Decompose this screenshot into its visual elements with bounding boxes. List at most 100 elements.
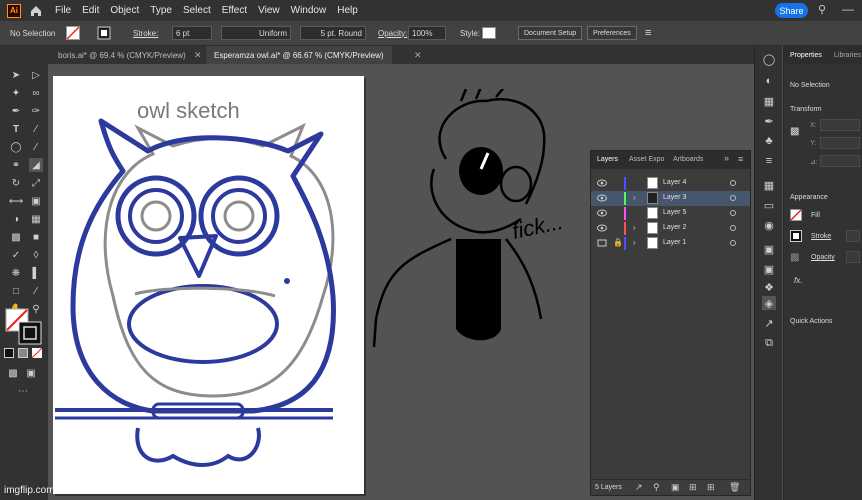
arrange-icon[interactable]: ≡ <box>645 26 651 40</box>
libraries-panel-icon[interactable]: ◯ <box>762 52 776 66</box>
opacity-field[interactable] <box>846 251 860 263</box>
close-tab-icon[interactable]: ✕ <box>194 50 202 61</box>
stroke-weight-field[interactable]: 6 pt <box>172 26 212 40</box>
curvature-tool-icon[interactable]: ✑ <box>29 104 43 118</box>
menu-help[interactable]: Help <box>337 5 358 16</box>
pathfinder-icon[interactable]: ❖ <box>762 280 776 294</box>
color-panel-icon[interactable]: ◐ <box>762 74 776 88</box>
symbols-panel-icon[interactable]: ♣ <box>762 134 776 148</box>
stroke-label[interactable]: Stroke: <box>133 26 158 40</box>
tab-esperamza-owl[interactable]: Esperamza owl.ai* @ 66.67 % (CMYK/Previe… <box>206 46 392 64</box>
screen-mode-icon[interactable]: ▣ <box>24 366 38 380</box>
template-icon[interactable] <box>597 239 607 247</box>
layer-name[interactable]: Layer 5 <box>663 209 686 216</box>
stroke-swatch[interactable] <box>97 26 111 40</box>
menu-effect[interactable]: Effect <box>222 5 247 16</box>
y-field[interactable] <box>820 137 860 149</box>
tab-asset-export[interactable]: Asset Expo <box>629 156 664 163</box>
layer-row[interactable]: Layer 5 <box>591 206 750 221</box>
home-icon[interactable] <box>29 4 43 18</box>
variable-width-profile[interactable]: Uniform <box>221 26 291 40</box>
graphic-styles-icon[interactable]: ▣ <box>762 262 776 276</box>
export-icon[interactable]: ↗ <box>635 482 643 493</box>
fill-swatch[interactable] <box>790 209 802 221</box>
menu-view[interactable]: View <box>258 5 280 16</box>
width-tool-icon[interactable]: ⟷ <box>9 194 23 208</box>
direct-selection-tool-icon[interactable]: ▷ <box>29 68 43 82</box>
gradient-mode-icon[interactable] <box>18 348 28 358</box>
target-icon[interactable] <box>730 180 736 186</box>
visibility-eye-icon[interactable] <box>597 194 607 202</box>
free-transform-icon[interactable]: ▣ <box>29 194 43 208</box>
selection-tool-icon[interactable]: ➤ <box>9 68 23 82</box>
stroke-label[interactable]: Stroke <box>811 233 831 240</box>
type-tool-icon[interactable]: T <box>9 122 23 136</box>
fill-stroke-swatches[interactable] <box>5 308 45 346</box>
close-tab-icon[interactable]: ✕ <box>414 50 422 61</box>
gradient-panel-icon[interactable]: ▭ <box>762 198 776 212</box>
asset-export-icon[interactable]: ↗ <box>762 316 776 330</box>
align-panel-icon[interactable]: ▦ <box>762 178 776 192</box>
expand-chevron-icon[interactable]: › <box>633 238 636 247</box>
menu-window[interactable]: Window <box>291 5 327 16</box>
blend-tool-icon[interactable]: ◊ <box>29 248 43 262</box>
none-mode-icon[interactable] <box>32 348 42 358</box>
layer-name[interactable]: Layer 3 <box>663 194 686 201</box>
shaper-tool-icon[interactable]: ⚭ <box>9 158 23 172</box>
slice-tool-icon[interactable]: ∕ <box>29 284 43 298</box>
layers-panel-icon[interactable]: ◈ <box>762 296 776 310</box>
magic-wand-icon[interactable]: ✦ <box>9 86 23 100</box>
tab-properties[interactable]: Properties <box>790 52 822 59</box>
target-icon[interactable] <box>730 210 736 216</box>
minimize-icon[interactable]: — <box>842 2 854 16</box>
swatches-panel-icon[interactable]: ▦ <box>762 94 776 108</box>
menu-object[interactable]: Object <box>110 5 139 16</box>
lasso-icon[interactable]: ∞ <box>29 86 43 100</box>
visibility-eye-icon[interactable] <box>597 224 607 232</box>
menu-type[interactable]: Type <box>150 5 172 16</box>
column-graph-icon[interactable]: ▌ <box>29 266 43 280</box>
brushes-panel-icon[interactable]: ✒ <box>762 114 776 128</box>
symbol-sprayer-icon[interactable]: ❋ <box>9 266 23 280</box>
artboard[interactable]: owl sketch <box>53 76 364 494</box>
target-icon[interactable] <box>730 240 736 246</box>
new-layer-icon[interactable]: ⊞ <box>707 482 715 493</box>
menu-edit[interactable]: Edit <box>82 5 99 16</box>
tab-boris[interactable]: boris.ai* @ 69.4 % (CMYK/Preview) <box>50 46 194 64</box>
stroke-swatch[interactable] <box>790 230 802 242</box>
draw-mode-icon[interactable]: ▩ <box>6 366 20 380</box>
stroke-panel-icon[interactable]: ≡ <box>762 154 776 168</box>
layer-name[interactable]: Layer 4 <box>663 179 686 186</box>
eraser-tool-icon[interactable]: ◢ <box>29 158 43 172</box>
target-icon[interactable] <box>730 195 736 201</box>
color-mode-icon[interactable] <box>4 348 14 358</box>
search-icon[interactable]: ⚲ <box>818 3 826 16</box>
opacity-label[interactable]: Opacity <box>811 254 835 261</box>
paintbrush-icon[interactable]: ∕ <box>29 140 43 154</box>
layer-row[interactable]: › Layer 3 <box>591 191 750 206</box>
fill-swatch[interactable] <box>66 26 80 40</box>
locate-object-icon[interactable]: ⚲ <box>653 482 660 493</box>
eyedropper-icon[interactable]: ✓ <box>9 248 23 262</box>
tab-layers[interactable]: Layers <box>597 156 618 163</box>
edit-toolbar-icon[interactable]: ⋯ <box>16 384 30 398</box>
preferences-button[interactable]: Preferences <box>587 26 637 40</box>
share-button[interactable]: Share <box>775 3 808 18</box>
opacity-label[interactable]: Opacity: <box>378 26 407 40</box>
style-swatch[interactable] <box>482 26 496 40</box>
expand-chevron-icon[interactable]: › <box>633 193 636 202</box>
visibility-eye-icon[interactable] <box>597 179 607 187</box>
pen-tool-icon[interactable]: ✒ <box>9 104 23 118</box>
collapse-icon[interactable]: » <box>724 153 729 163</box>
tab-libraries[interactable]: Libraries <box>834 52 861 59</box>
artboard-tool-icon[interactable]: □ <box>9 284 23 298</box>
new-sublayer-icon[interactable]: ⊞ <box>689 482 697 493</box>
artboards-panel-icon[interactable]: ⧉ <box>762 336 776 350</box>
layer-name[interactable]: Layer 2 <box>663 224 686 231</box>
stroke-weight-field[interactable] <box>846 230 860 242</box>
layer-row[interactable]: › Layer 2 <box>591 221 750 236</box>
appearance-panel-icon[interactable]: ▣ <box>762 242 776 256</box>
perspective-grid-icon[interactable]: ▦ <box>29 212 43 226</box>
tab-artboards[interactable]: Artboards <box>673 156 703 163</box>
brush-definition[interactable]: 5 pt. Round <box>300 26 366 40</box>
